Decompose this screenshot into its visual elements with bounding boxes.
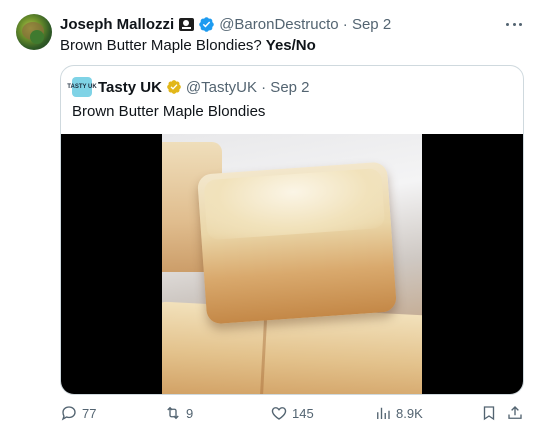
share-icon: [508, 406, 522, 419]
gold-verified-badge-icon: [167, 80, 181, 94]
verified-badge-icon: [199, 16, 214, 32]
quote-avatar[interactable]: TASTY UK: [67, 77, 97, 97]
retweet-icon: [167, 406, 179, 420]
reply-icon: [61, 406, 76, 421]
handle-date[interactable]: @BaronDestructo · Sep 2: [219, 16, 391, 33]
bookmark-button[interactable]: [480, 402, 502, 424]
tweet-text: Brown Butter Maple Blondies? Yes/No: [60, 36, 316, 56]
reply-count: 77: [82, 405, 97, 421]
avatar[interactable]: [16, 14, 52, 50]
blondies-photo[interactable]: [162, 134, 422, 394]
views-count: 8.9K: [396, 405, 423, 421]
like-count: 145: [292, 405, 314, 421]
tweet[interactable]: Joseph Mallozzi @BaronDestructo · Sep 2 …: [0, 0, 540, 442]
author-name[interactable]: Joseph Mallozzi: [60, 16, 174, 33]
views-chart-icon: [377, 407, 390, 419]
quoted-tweet[interactable]: TASTY UK Tasty UK @TastyUK · Sep 2 Brown…: [60, 65, 524, 395]
retweet-count: 9: [186, 405, 194, 421]
reply-button[interactable]: 77: [60, 402, 96, 424]
video-media[interactable]: [61, 134, 523, 394]
heart-icon: [271, 407, 287, 420]
views-button[interactable]: 8.9K: [374, 402, 423, 424]
tweet-header: Joseph Mallozzi @BaronDestructo · Sep 2: [60, 14, 391, 34]
quote-text: Brown Butter Maple Blondies: [72, 103, 266, 120]
tweet-text-main: Brown Butter Maple Blondies?: [60, 37, 262, 54]
share-button[interactable]: [506, 402, 528, 424]
quote-header: TASTY UK Tasty UK @TastyUK · Sep 2: [67, 77, 310, 97]
like-button[interactable]: 145: [270, 402, 314, 424]
bookmark-icon: [483, 406, 495, 421]
quote-handle-date[interactable]: @TastyUK · Sep 2: [186, 79, 310, 96]
retweet-button[interactable]: 9: [164, 402, 193, 424]
pirate-flag-icon: [179, 17, 195, 31]
more-icon[interactable]: [506, 16, 522, 32]
tweet-text-bold: Yes/No: [265, 37, 316, 54]
quote-author-name[interactable]: Tasty UK: [98, 79, 162, 96]
action-bar: 77 9 145 8.9K: [60, 402, 524, 424]
